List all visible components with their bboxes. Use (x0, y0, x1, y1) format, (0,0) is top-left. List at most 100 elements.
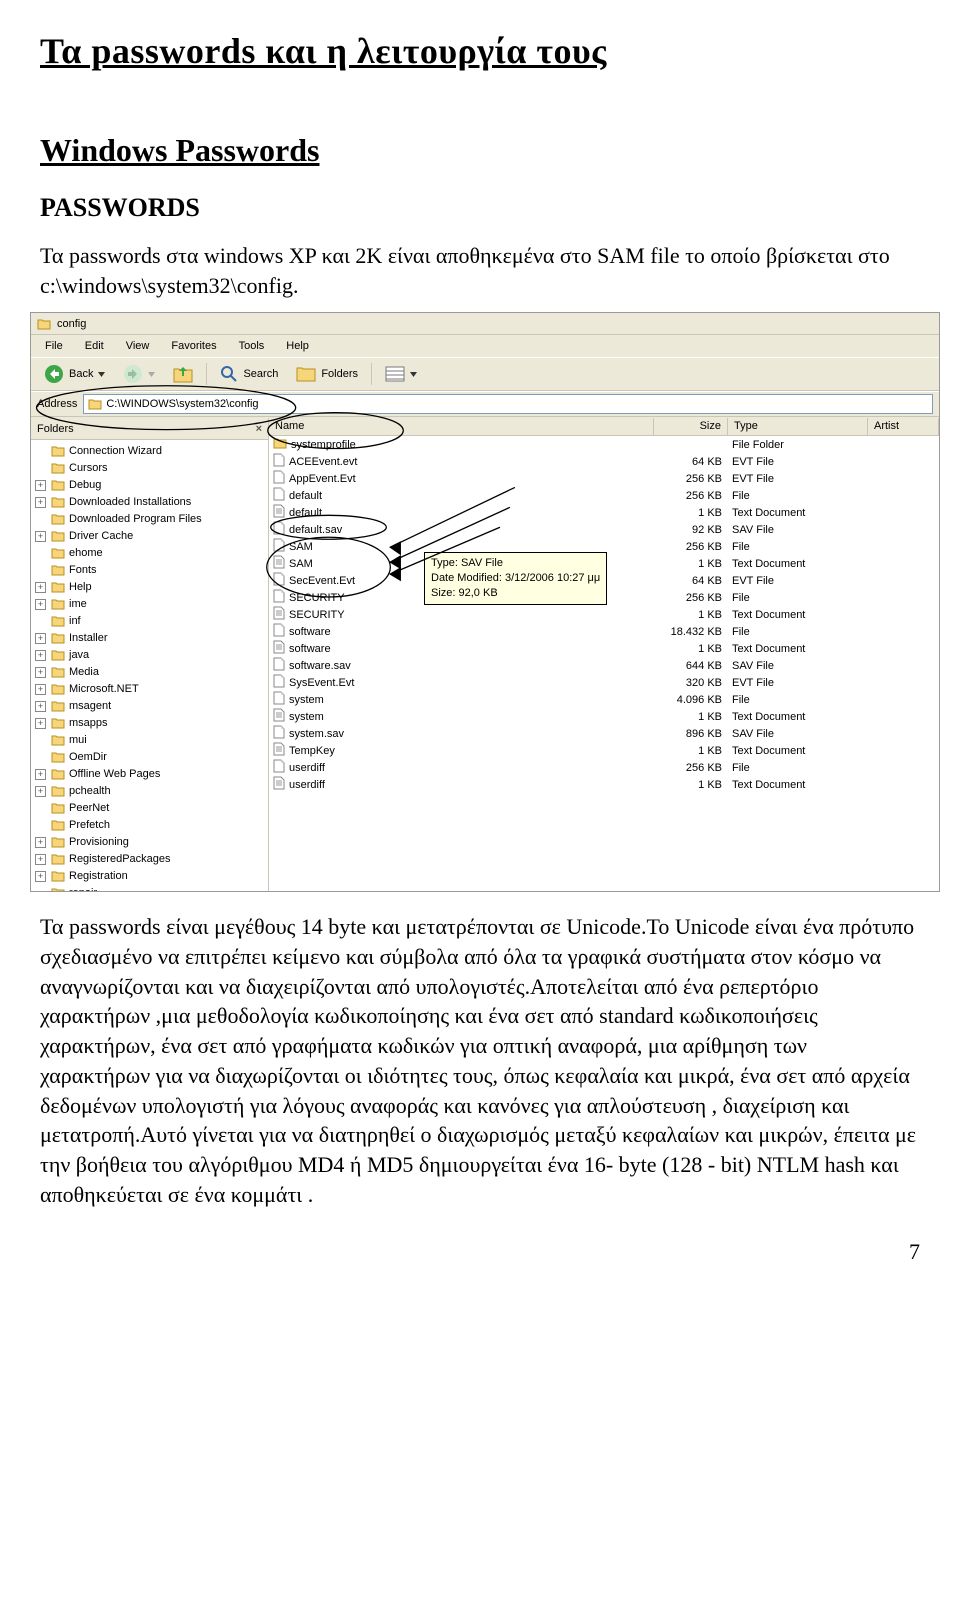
file-row[interactable]: default1 KBText Document (269, 504, 939, 521)
menu-edit[interactable]: Edit (75, 337, 114, 355)
file-row[interactable]: default.sav92 KBSAV File (269, 521, 939, 538)
file-row[interactable]: systemprofileFile Folder (269, 436, 939, 453)
file-type-icon (273, 742, 285, 759)
expand-icon[interactable]: + (35, 684, 46, 695)
tree-item[interactable]: +Media (33, 664, 268, 681)
close-icon[interactable]: × (256, 423, 262, 435)
expand-icon[interactable]: + (35, 480, 46, 491)
column-header-type[interactable]: Type (728, 418, 868, 435)
folders-pane: Folders × Connection WizardCursors+Debug… (31, 418, 269, 891)
file-row[interactable]: system.sav896 KBSAV File (269, 725, 939, 742)
tree-item[interactable]: +Provisioning (33, 834, 268, 851)
tree-item[interactable]: Prefetch (33, 817, 268, 834)
file-row[interactable]: software18.432 KBFile (269, 623, 939, 640)
tree-item[interactable]: +Registration (33, 868, 268, 885)
tree-item[interactable]: ehome (33, 545, 268, 562)
tree-item-label: Driver Cache (69, 530, 133, 542)
expand-icon[interactable]: + (35, 497, 46, 508)
file-type-icon (273, 487, 285, 504)
menu-tools[interactable]: Tools (229, 337, 275, 355)
tree-item[interactable]: + Driver Cache (33, 528, 268, 545)
dropdown-icon (148, 372, 155, 377)
menu-view[interactable]: View (116, 337, 160, 355)
search-button[interactable]: Search (212, 361, 286, 387)
tree-item[interactable]: +pchealth (33, 783, 268, 800)
expand-icon[interactable]: + (35, 582, 46, 593)
tree-item[interactable]: mui (33, 732, 268, 749)
file-size: 256 KB (654, 490, 728, 502)
file-type: Text Document (728, 609, 868, 621)
expand-icon[interactable]: + (35, 599, 46, 610)
tree-item-label: Installer (69, 632, 108, 644)
menu-help[interactable]: Help (276, 337, 319, 355)
file-row[interactable]: software.sav644 KBSAV File (269, 657, 939, 674)
file-row[interactable]: ACEEvent.evt64 KBEVT File (269, 453, 939, 470)
tree-item[interactable]: + msagent (33, 698, 268, 715)
expand-icon[interactable]: + (35, 701, 46, 712)
file-row[interactable]: userdiff1 KBText Document (269, 776, 939, 793)
expand-icon[interactable]: + (35, 667, 46, 678)
file-row[interactable]: AppEvent.Evt256 KBEVT File (269, 470, 939, 487)
expand-icon[interactable]: + (35, 531, 46, 542)
tree-item[interactable]: + java (33, 647, 268, 664)
tree-item-label: msagent (69, 700, 111, 712)
tree-item[interactable]: inf (33, 613, 268, 630)
expand-icon[interactable]: + (35, 854, 46, 865)
tree-item[interactable]: +msapps (33, 715, 268, 732)
file-size: 1 KB (654, 643, 728, 655)
forward-button[interactable] (115, 360, 163, 388)
menu-file[interactable]: File (35, 337, 73, 355)
tree-item[interactable]: Fonts (33, 562, 268, 579)
file-row[interactable]: SECURITY1 KBText Document (269, 606, 939, 623)
column-header-name[interactable]: Name (269, 418, 654, 435)
address-input[interactable]: C:\WINDOWS\system32\config (83, 394, 933, 414)
file-list[interactable]: systemprofileFile FolderACEEvent.evt64 K… (269, 436, 939, 891)
tree-item[interactable]: repair (33, 885, 268, 892)
file-name: software (289, 626, 331, 638)
folders-button[interactable]: Folders (288, 362, 366, 386)
tree-item[interactable]: +Debug (33, 477, 268, 494)
tree-item[interactable]: +Microsoft.NET (33, 681, 268, 698)
tree-item[interactable]: +RegisteredPackages (33, 851, 268, 868)
file-type: Text Document (728, 558, 868, 570)
expand-icon[interactable]: + (35, 871, 46, 882)
file-type-icon (273, 776, 285, 793)
tree-item[interactable]: OemDir (33, 749, 268, 766)
tree-item-label: inf (69, 615, 81, 627)
file-size: 256 KB (654, 541, 728, 553)
tree-item[interactable]: Connection Wizard (33, 443, 268, 460)
tree-item[interactable]: PeerNet (33, 800, 268, 817)
views-button[interactable] (377, 362, 425, 386)
tree-item[interactable]: +ime (33, 596, 268, 613)
expand-icon[interactable]: + (35, 837, 46, 848)
tree-item[interactable]: +Downloaded Installations (33, 494, 268, 511)
file-row[interactable]: userdiff256 KBFile (269, 759, 939, 776)
folders-pane-header: Folders × (31, 418, 268, 439)
expand-icon[interactable]: + (35, 769, 46, 780)
tree-item[interactable]: Downloaded Program Files (33, 511, 268, 528)
file-size: 1 KB (654, 507, 728, 519)
file-row[interactable]: TempKey1 KBText Document (269, 742, 939, 759)
up-button[interactable] (165, 361, 201, 387)
folder-tree[interactable]: Connection WizardCursors+Debug+Downloade… (31, 440, 268, 892)
column-header-artist[interactable]: Artist (868, 418, 939, 435)
file-row[interactable]: system4.096 KBFile (269, 691, 939, 708)
file-row[interactable]: SysEvent.Evt320 KBEVT File (269, 674, 939, 691)
file-name: default (289, 507, 322, 519)
tree-item[interactable]: Cursors (33, 460, 268, 477)
tree-item[interactable]: +Help (33, 579, 268, 596)
file-row[interactable]: system1 KBText Document (269, 708, 939, 725)
menu-favorites[interactable]: Favorites (161, 337, 226, 355)
tree-item[interactable]: +Offline Web Pages (33, 766, 268, 783)
expand-icon[interactable]: + (35, 718, 46, 729)
folders-pane-title: Folders (37, 423, 74, 435)
file-row[interactable]: software1 KBText Document (269, 640, 939, 657)
tree-item-label: java (69, 649, 89, 661)
expand-icon[interactable]: + (35, 786, 46, 797)
column-header-size[interactable]: Size (654, 418, 728, 435)
expand-icon[interactable]: + (35, 650, 46, 661)
expand-icon[interactable]: + (35, 633, 46, 644)
tree-item[interactable]: + Installer (33, 630, 268, 647)
back-button[interactable]: Back (36, 360, 113, 388)
file-row[interactable]: default256 KBFile (269, 487, 939, 504)
